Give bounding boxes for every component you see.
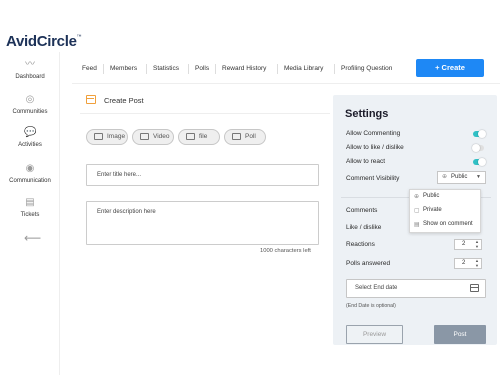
post-button[interactable]: Post xyxy=(434,325,486,344)
reactions-value: 2 xyxy=(462,241,466,247)
nav-divider xyxy=(146,64,147,74)
nav-divider xyxy=(188,64,189,74)
lock-icon: ▢ xyxy=(414,208,420,214)
allow-react-toggle[interactable] xyxy=(473,158,486,166)
reactions-stepper[interactable]: 2 ▲ ▼ xyxy=(454,239,482,250)
poll-button-label: Poll xyxy=(245,133,256,140)
video-button[interactable]: Video xyxy=(132,129,174,145)
dropdown-option-show-on-comment[interactable]: ▤ Show on comment xyxy=(410,218,482,232)
top-nav: Feed Members Statistics Polls Reward His… xyxy=(72,52,500,84)
sidebar-item-label: Tickets xyxy=(20,212,40,218)
poll-icon xyxy=(232,133,241,140)
end-date-input[interactable]: Select End date xyxy=(346,279,486,298)
nav-divider xyxy=(277,64,278,74)
tab-members[interactable]: Members xyxy=(110,65,137,72)
post-folder-icon xyxy=(86,95,96,104)
sidebar-item-label: Activities xyxy=(18,142,42,148)
image-button-label: Image xyxy=(107,133,126,140)
tab-reward-history[interactable]: Reward History xyxy=(222,65,266,72)
dropdown-option-public[interactable]: ⊕ Public xyxy=(410,190,482,204)
poll-button[interactable]: Poll xyxy=(224,129,266,145)
sidebar-item-label: Dashboard xyxy=(15,74,45,80)
option-label: Private xyxy=(423,207,442,213)
nav-divider xyxy=(103,64,104,74)
option-label: Public xyxy=(423,193,440,199)
ticket-icon: ▤ xyxy=(25,197,35,208)
sidebar-item-communication[interactable]: ◉ Communication xyxy=(0,163,60,185)
sidebar: 〰 Dashboard ◎ Communities 💬 Activities ◉… xyxy=(0,52,60,375)
end-date-note: (End Date is optional) xyxy=(346,303,396,309)
sidebar-item-label: Communication xyxy=(9,178,51,184)
like-dislike-label: Like / dislike xyxy=(346,224,382,231)
nav-divider xyxy=(334,64,335,74)
allow-commenting-toggle[interactable] xyxy=(473,130,486,138)
tab-statistics[interactable]: Statistics xyxy=(153,65,179,72)
broadcast-icon: ◉ xyxy=(25,163,35,174)
polls-answered-value: 2 xyxy=(462,260,466,266)
sidebar-item-dashboard[interactable]: 〰 Dashboard xyxy=(0,59,60,81)
allow-like-label: Allow to like / dislike xyxy=(346,144,404,151)
settings-title: Settings xyxy=(345,108,389,120)
sidebar-item-logout[interactable]: ⟵ xyxy=(0,231,60,246)
create-post-panel: Create Post Image Video file Poll Enter … xyxy=(72,84,332,345)
comments-label: Comments xyxy=(346,207,378,214)
activity-wave-icon: 〰 xyxy=(25,59,35,70)
end-date-placeholder: Select End date xyxy=(355,285,398,291)
community-circle-icon: ◎ xyxy=(25,94,35,105)
allow-react-label: Allow to react xyxy=(346,158,386,165)
chevron-down-icon: ▼ xyxy=(476,174,481,180)
dropdown-option-private[interactable]: ▢ Private xyxy=(410,204,482,218)
file-button-label: file xyxy=(199,133,208,140)
image-icon xyxy=(94,133,103,140)
nav-divider xyxy=(215,64,216,74)
chat-bubble-icon: 💬 xyxy=(24,127,37,138)
character-counter: 1000 characters left xyxy=(260,248,311,254)
stepper-arrows-icon[interactable]: ▲ ▼ xyxy=(475,239,479,249)
comment-visibility-select[interactable]: ⊕ Public ▼ xyxy=(437,171,486,184)
sidebar-item-activities[interactable]: 💬 Activities xyxy=(0,127,60,149)
sidebar-item-communities[interactable]: ◎ Communities xyxy=(0,94,60,116)
tab-profiling-question[interactable]: Profiling Question xyxy=(341,65,392,72)
globe-icon: ⊕ xyxy=(414,194,420,200)
comment-visibility-value: Public xyxy=(451,174,468,180)
tab-polls[interactable]: Polls xyxy=(195,65,209,72)
polls-answered-label: Polls answered xyxy=(346,260,391,267)
description-textarea[interactable]: Enter description here xyxy=(86,201,319,245)
file-button[interactable]: file xyxy=(178,129,220,145)
allow-like-toggle[interactable] xyxy=(472,144,484,152)
brand-logo[interactable]: AvidCircle™ xyxy=(6,33,82,50)
sidebar-item-tickets[interactable]: ▤ Tickets xyxy=(0,197,60,219)
comment-visibility-dropdown: ⊕ Public ▢ Private ▤ Show on comment xyxy=(409,189,481,233)
tab-feed[interactable]: Feed xyxy=(82,65,97,72)
option-label: Show on comment xyxy=(423,221,473,227)
trademark-symbol: ™ xyxy=(76,34,82,40)
create-button[interactable]: + Create xyxy=(416,59,484,77)
reactions-label: Reactions xyxy=(346,241,375,248)
comment-visibility-label: Comment Visibility xyxy=(346,175,400,182)
globe-icon: ⊕ xyxy=(442,174,448,180)
toggle-knob xyxy=(478,158,486,166)
image-button[interactable]: Image xyxy=(86,129,128,145)
stepper-arrows-icon[interactable]: ▲ ▼ xyxy=(475,258,479,268)
allow-commenting-label: Allow Commenting xyxy=(346,130,401,137)
file-icon xyxy=(186,133,195,140)
polls-answered-stepper[interactable]: 2 ▲ ▼ xyxy=(454,258,482,269)
create-post-title: Create Post xyxy=(104,96,144,105)
calendar-icon[interactable] xyxy=(470,284,479,292)
logout-arrow-icon: ⟵ xyxy=(24,231,42,245)
toggle-knob xyxy=(478,130,486,138)
video-icon xyxy=(140,133,149,140)
comment-icon: ▤ xyxy=(414,222,420,228)
toggle-knob xyxy=(472,144,480,152)
sidebar-item-label: Communities xyxy=(12,109,48,115)
video-button-label: Video xyxy=(153,133,170,140)
preview-button[interactable]: Preview xyxy=(346,325,403,344)
brand-name: AvidCircle xyxy=(6,33,77,50)
divider xyxy=(80,113,330,114)
tab-media-library[interactable]: Media Library xyxy=(284,65,323,72)
title-input[interactable]: Enter title here... xyxy=(86,164,319,186)
